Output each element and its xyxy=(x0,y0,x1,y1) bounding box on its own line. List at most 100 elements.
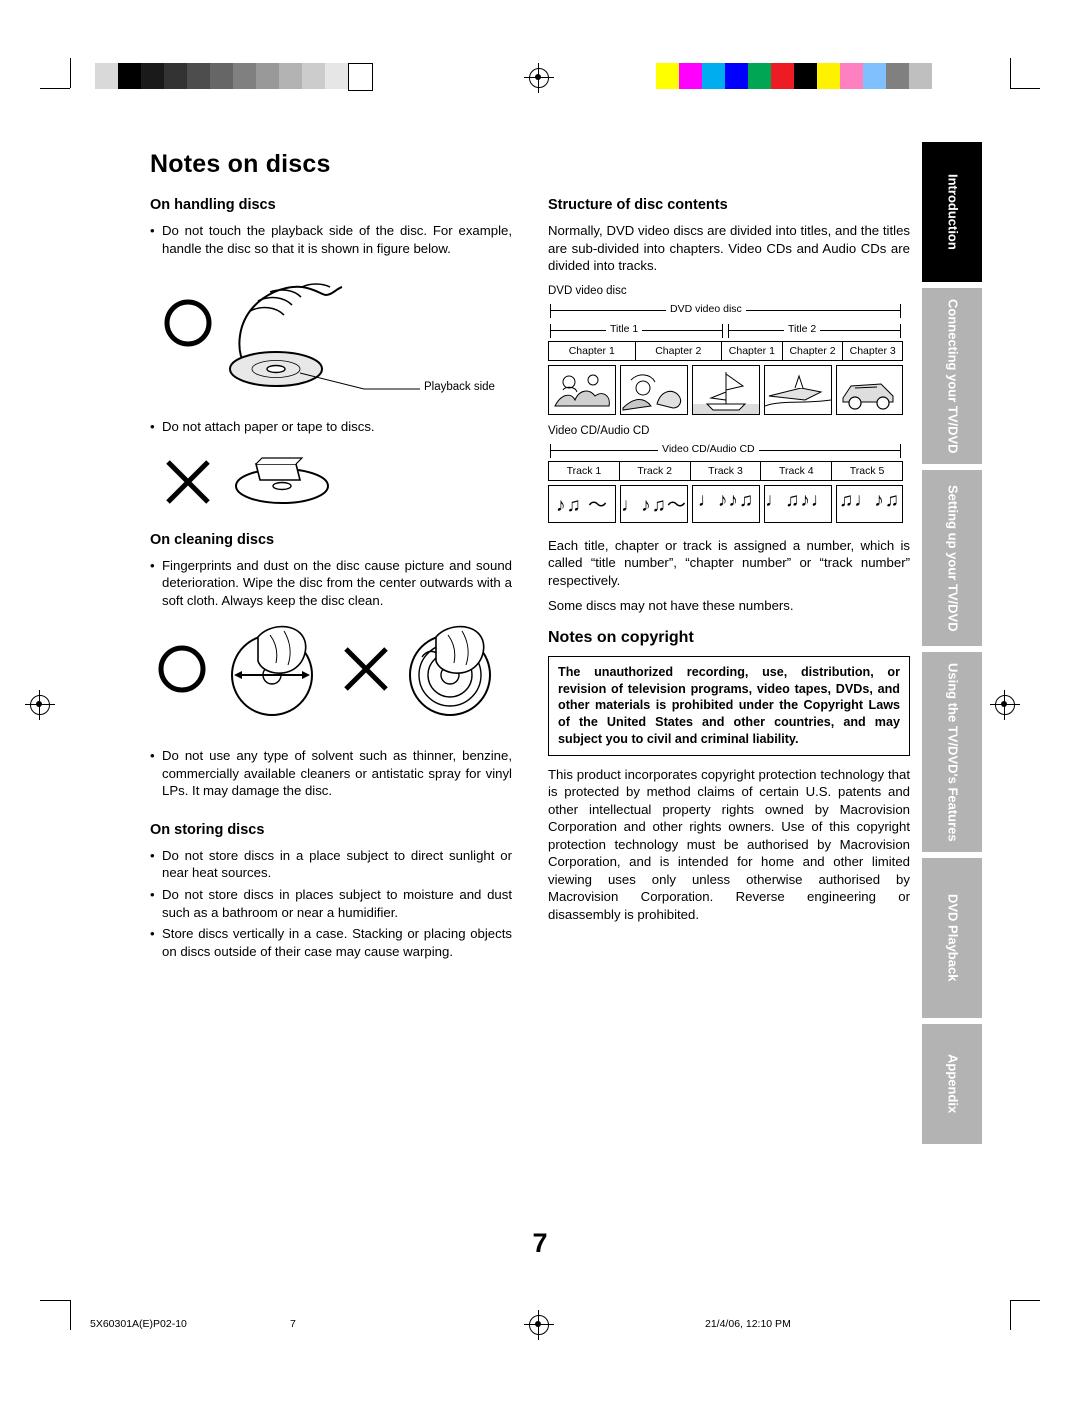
greyscale-control-bar xyxy=(95,63,373,91)
grey-swatch xyxy=(256,63,279,89)
footer-page-number: 7 xyxy=(290,1318,296,1330)
list-item: Do not attach paper or tape to discs. xyxy=(150,418,512,436)
track-note-4: ♩♫♪♩～ xyxy=(764,484,832,523)
color-swatch xyxy=(725,63,748,89)
table-cell: Chapter 1 xyxy=(548,340,635,361)
chapter-thumbnail-4 xyxy=(764,364,832,415)
copyright-warning-box: The unauthorized recording, use, distrib… xyxy=(548,655,910,756)
grey-swatch xyxy=(233,63,256,89)
color-swatch xyxy=(656,63,679,89)
chapter-thumbnail-5 xyxy=(836,364,903,415)
copyright-warning-text: The unauthorized recording, use, distrib… xyxy=(558,664,900,746)
grey-swatch xyxy=(279,63,302,89)
dvd-diagram-top-caption: DVD video disc xyxy=(666,302,746,315)
tab-label: Appendix xyxy=(945,1054,961,1114)
color-swatch xyxy=(909,63,932,89)
section-tab-strip: Introduction Connecting your TV/DVD Sett… xyxy=(922,142,982,1150)
cleaning-bullet-list-2: Do not use any type of solvent such as t… xyxy=(150,747,512,800)
list-item: Do not store discs in a place subject to… xyxy=(150,847,512,882)
grey-swatch xyxy=(302,63,325,89)
crop-mark-top-right xyxy=(992,58,1040,106)
figure-no-paper-tape xyxy=(150,444,512,522)
figure-handling-disc: Playback side xyxy=(150,265,512,410)
playback-side-label: Playback side xyxy=(424,381,495,394)
sidebar-item-setting-up-your-tv-dvd[interactable]: Setting up your TV/DVD xyxy=(922,470,982,646)
color-swatch xyxy=(748,63,771,89)
list-item: Do not use any type of solvent such as t… xyxy=(150,747,512,800)
sidebar-item-connecting-your-tv-dvd[interactable]: Connecting your TV/DVD xyxy=(922,288,982,464)
color-swatch xyxy=(771,63,794,89)
grey-swatch xyxy=(187,63,210,89)
grey-swatch xyxy=(118,63,141,89)
dvd-title-2-caption: Title 2 xyxy=(784,322,821,335)
cd-diagram-top-caption: Video CD/Audio CD xyxy=(658,442,759,455)
right-column: Structure of disc contents Normally, DVD… xyxy=(548,197,910,968)
sidebar-item-appendix[interactable]: Appendix xyxy=(922,1024,982,1144)
heading-notes-on-copyright: Notes on copyright xyxy=(548,628,694,646)
list-item: Fingerprints and dust on the disc cause … xyxy=(150,557,512,610)
figure-cleaning-disc xyxy=(150,617,512,737)
cd-track-note-row: ♪♫ ～ ♩♪♫～ ♩♪♪♫～ ♩♫♪♩～ ♫♩♪♫～ xyxy=(548,484,903,523)
table-cell: Track 1 xyxy=(548,460,619,481)
storing-bullet-list: Do not store discs in a place subject to… xyxy=(150,847,512,960)
list-item: Do not store discs in places subject to … xyxy=(150,886,512,921)
left-column: On handling discs Do not touch the playb… xyxy=(150,197,512,968)
registration-mark-top xyxy=(524,63,554,93)
crop-mark-top-left xyxy=(40,58,88,106)
heading-structure-of-disc-contents: Structure of disc contents xyxy=(548,197,728,213)
sidebar-item-dvd-playback[interactable]: DVD Playback xyxy=(922,858,982,1018)
grey-swatch xyxy=(210,63,233,89)
dvd-video-disc-label: DVD video disc xyxy=(548,284,627,297)
table-cell: Track 5 xyxy=(831,460,903,481)
tab-label: Using the TV/DVD's Features xyxy=(945,662,961,842)
list-item: Do not touch the playback side of the di… xyxy=(150,222,512,257)
color-swatch xyxy=(679,63,702,89)
color-swatch xyxy=(794,63,817,89)
sidebar-item-using-the-tv-dvd-features[interactable]: Using the TV/DVD's Features xyxy=(922,652,982,852)
footer-timestamp: 21/4/06, 12:10 PM xyxy=(705,1318,791,1330)
chapter-thumbnail-2 xyxy=(620,364,688,415)
sidebar-item-introduction[interactable]: Introduction xyxy=(922,142,982,282)
heading-on-handling-discs: On handling discs xyxy=(150,197,276,213)
color-swatch xyxy=(702,63,725,89)
track-note-3: ♩♪♪♫～ xyxy=(692,484,760,523)
tab-label: DVD Playback xyxy=(945,894,961,982)
chapter-thumbnail-1 xyxy=(548,364,616,415)
table-cell: Chapter 2 xyxy=(634,340,722,361)
track-note-1: ♪♫ ～ xyxy=(548,484,616,523)
grey-swatch xyxy=(348,63,373,91)
document-page: Notes on discs On handling discs Do not … xyxy=(0,0,1080,1424)
table-cell: Track 2 xyxy=(618,460,690,481)
table-cell: Chapter 3 xyxy=(842,340,903,361)
page-number: 7 xyxy=(532,1228,548,1258)
dvd-chapter-row: Chapter 1 Chapter 2 Chapter 1 Chapter 2 … xyxy=(548,340,903,361)
crop-mark-bottom-left xyxy=(40,1290,88,1338)
color-control-bar xyxy=(656,63,932,89)
page-title: Notes on discs xyxy=(150,150,331,178)
cd-track-row: Track 1 Track 2 Track 3 Track 4 Track 5 xyxy=(548,460,903,481)
grey-swatch xyxy=(141,63,164,89)
track-note-2: ♩♪♫～ xyxy=(620,484,688,523)
footer-file-name: 5X60301A(E)P02-10 xyxy=(90,1318,187,1330)
grey-swatch xyxy=(95,63,118,89)
list-item: Store discs vertically in a case. Stacki… xyxy=(150,925,512,960)
heading-on-storing-discs: On storing discs xyxy=(150,821,265,838)
crop-mark-bottom-right xyxy=(992,1290,1040,1338)
cd-structure-diagram: Video CD/Audio CD Track 1 Track 2 Track … xyxy=(548,441,903,523)
grey-swatch xyxy=(164,63,187,89)
tab-label: Introduction xyxy=(945,174,961,250)
handling-bullet-list-2: Do not attach paper or tape to discs. xyxy=(150,418,512,436)
tab-label: Connecting your TV/DVD xyxy=(945,298,961,454)
heading-on-cleaning-discs: On cleaning discs xyxy=(150,531,275,548)
color-swatch xyxy=(863,63,886,89)
structure-after-text-1: Each title, chapter or track is assigned… xyxy=(548,537,910,588)
structure-after-text-2: Some discs may not have these numbers. xyxy=(548,598,794,614)
chapter-thumbnail-3 xyxy=(692,364,760,415)
table-cell: Chapter 2 xyxy=(781,340,843,361)
print-footer: 5X60301A(E)P02-10 7 21/4/06, 12:10 PM xyxy=(90,1318,990,1330)
cleaning-bullet-list: Fingerprints and dust on the disc cause … xyxy=(150,557,512,610)
registration-mark-right xyxy=(990,690,1020,720)
copyright-body-text: This product incorporates copyright prot… xyxy=(548,766,910,922)
page-content: Notes on discs On handling discs Do not … xyxy=(150,150,910,968)
grey-swatch xyxy=(325,63,348,89)
